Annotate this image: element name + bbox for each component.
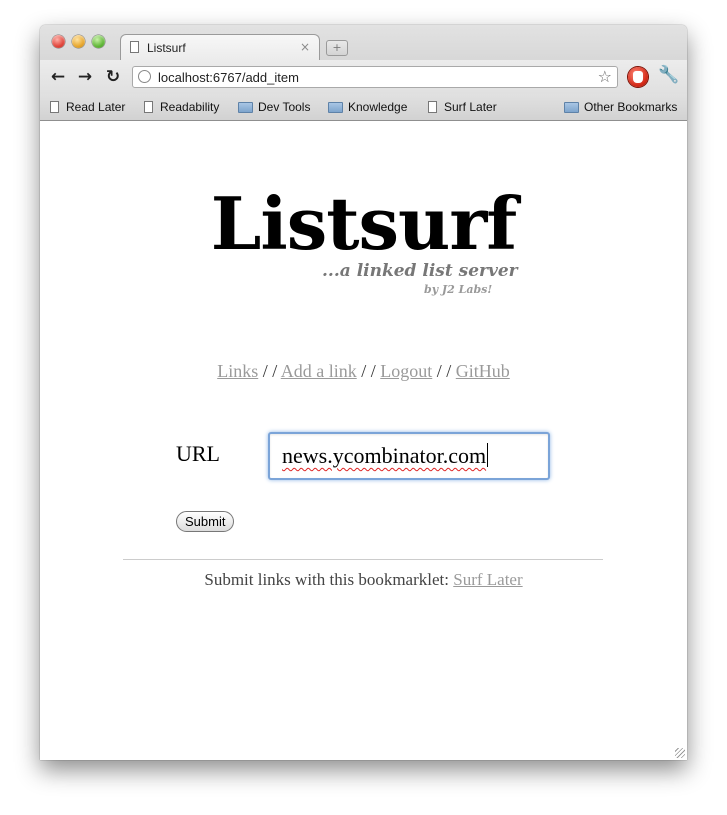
nav-separator: / / — [436, 361, 452, 381]
address-url[interactable]: localhost:6767/add_item — [158, 70, 299, 85]
folder-icon — [564, 102, 579, 113]
bookmark-readability[interactable]: Readability — [144, 100, 219, 114]
page-icon — [130, 41, 139, 53]
star-icon[interactable]: ☆ — [598, 67, 612, 86]
close-window-button[interactable] — [52, 35, 65, 48]
bookmark-surf-later[interactable]: Surf Later — [428, 100, 497, 114]
submit-button[interactable]: Submit — [176, 511, 235, 532]
text-caret — [487, 443, 489, 467]
page-icon — [50, 101, 59, 113]
url-label: URL — [176, 441, 220, 466]
nav-links[interactable]: Links — [217, 361, 258, 381]
resize-grip-icon[interactable] — [675, 748, 685, 758]
navigation-toolbar: ← → ↻ localhost:6767/add_item ☆ 🔧 — [40, 60, 687, 94]
stop-hand-icon[interactable] — [628, 67, 648, 87]
footer-text: Submit links with this bookmarklet: — [204, 570, 449, 589]
forward-arrow-icon[interactable]: → — [75, 67, 95, 87]
divider — [123, 559, 603, 560]
bookmark-read-later[interactable]: Read Later — [50, 100, 125, 114]
browser-chrome: Listsurf × + ← → ↻ localhost:6767/add_it… — [40, 25, 687, 121]
tab-close-icon[interactable]: × — [300, 40, 310, 54]
wrench-icon[interactable]: 🔧 — [658, 65, 679, 85]
url-input-value: news.ycombinator.com — [282, 443, 487, 468]
url-input[interactable]: news.ycombinator.com — [268, 432, 550, 480]
bookmarks-bar: Read Later Readability Dev Tools Knowled… — [40, 94, 687, 120]
new-tab-button[interactable]: + — [326, 40, 348, 56]
back-arrow-icon[interactable]: ← — [48, 67, 68, 87]
site-nav: Links / / Add a link / / Logout / / GitH… — [40, 361, 687, 382]
nav-github[interactable]: GitHub — [456, 361, 510, 381]
page-content: Listsurf ...a linked list server by J2 L… — [40, 121, 687, 760]
hand-shape — [633, 71, 643, 83]
tab-title: Listsurf — [147, 41, 186, 55]
bookmark-folder-other[interactable]: Other Bookmarks — [564, 100, 677, 114]
browser-window: Listsurf × + ← → ↻ localhost:6767/add_it… — [40, 25, 687, 760]
nav-logout[interactable]: Logout — [380, 361, 432, 381]
nav-add-link[interactable]: Add a link — [281, 361, 357, 381]
folder-icon — [238, 102, 253, 113]
tab-listsurf[interactable]: Listsurf × — [120, 34, 320, 60]
nav-separator: / / — [361, 361, 376, 381]
site-byline: by J2 Labs! — [424, 283, 493, 296]
bookmarklet-link[interactable]: Surf Later — [453, 570, 522, 589]
nav-separator: / / — [262, 361, 278, 381]
maximize-window-button[interactable] — [92, 35, 105, 48]
address-bar[interactable]: localhost:6767/add_item ☆ — [132, 66, 618, 88]
page-icon — [144, 101, 153, 113]
footer: Submit links with this bookmarklet: Surf… — [40, 570, 687, 590]
globe-icon — [138, 70, 151, 83]
folder-icon — [328, 102, 343, 113]
page-icon — [428, 101, 437, 113]
bookmark-folder-dev-tools[interactable]: Dev Tools — [238, 100, 310, 114]
reload-icon[interactable]: ↻ — [103, 67, 123, 87]
site-logo: Listsurf — [210, 181, 518, 266]
minimize-window-button[interactable] — [72, 35, 85, 48]
bookmark-folder-knowledge[interactable]: Knowledge — [328, 100, 407, 114]
site-tagline: ...a linked list server — [322, 261, 518, 281]
